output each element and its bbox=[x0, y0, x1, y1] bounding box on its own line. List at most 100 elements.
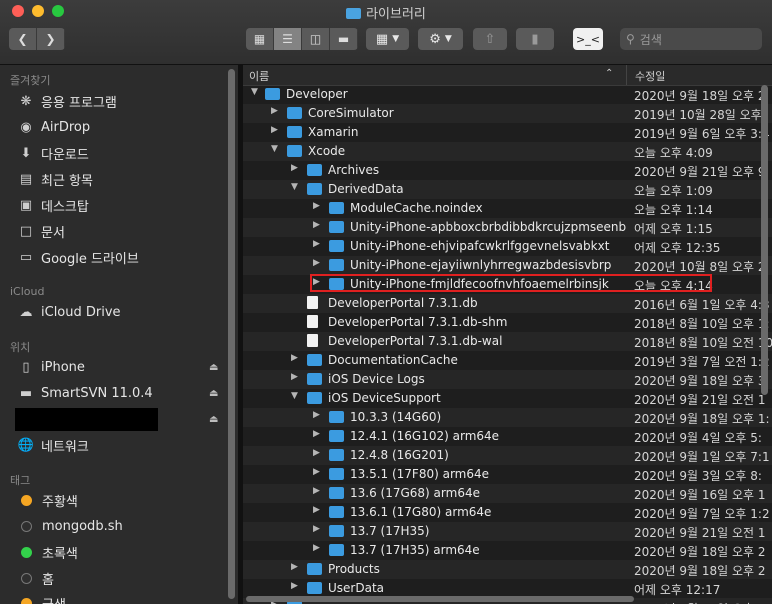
sidebar-item-google-drive[interactable]: ▭ Google 드라이브 bbox=[18, 246, 139, 268]
disclosure-closed-icon[interactable]: ▶ bbox=[291, 163, 301, 173]
disclosure-closed-icon[interactable]: ▶ bbox=[291, 581, 301, 591]
file-row[interactable]: ▶ CoreSimulator 2019년 10월 28일 오후 bbox=[243, 104, 772, 123]
list-vertical-scrollbar[interactable] bbox=[758, 85, 770, 604]
disclosure-closed-icon[interactable]: ▶ bbox=[313, 486, 323, 496]
disclosure-closed-icon[interactable]: ▶ bbox=[313, 429, 323, 439]
file-row[interactable]: ▶ ModuleCache.noindex 오늘 오후 1:14 bbox=[243, 199, 772, 218]
file-row[interactable]: ▶ Archives 2020년 9월 21일 오후 9 bbox=[243, 161, 772, 180]
eject-icon[interactable]: ⏏ bbox=[209, 388, 218, 399]
disclosure-open-icon[interactable]: ▼ bbox=[271, 144, 281, 154]
file-row[interactable]: DeveloperPortal 7.3.1.db-wal 2018년 8월 10일… bbox=[243, 332, 772, 351]
list-view-button[interactable]: ☰ bbox=[274, 28, 302, 50]
file-row[interactable]: DeveloperPortal 7.3.1.db-shm 2018년 8월 10일… bbox=[243, 313, 772, 332]
icon-view-button[interactable]: ▦ bbox=[246, 28, 274, 50]
scrollbar-thumb[interactable] bbox=[761, 85, 768, 395]
disclosure-closed-icon[interactable]: ▶ bbox=[291, 562, 301, 572]
disclosure-closed-icon[interactable]: ▶ bbox=[313, 239, 323, 249]
file-row[interactable]: ▶ Unity-iPhone-ejayiiwnlyhrregwazbdesisvb… bbox=[243, 256, 772, 275]
scrollbar-thumb[interactable] bbox=[228, 69, 235, 599]
file-row[interactable]: ▶ 10.3.3 (14G60) 2020년 9월 18일 오후 1: bbox=[243, 408, 772, 427]
sidebar-item-iphone[interactable]: ▯ iPhone bbox=[18, 356, 84, 378]
gallery-view-button[interactable]: ▬ bbox=[330, 28, 358, 50]
file-row[interactable]: ▶ 13.7 (17H35) 2020년 9월 21일 오전 1 bbox=[243, 522, 772, 541]
disclosure-open-icon[interactable]: ▼ bbox=[291, 391, 301, 401]
disclosure-closed-icon[interactable]: ▶ bbox=[313, 220, 323, 230]
disclosure-closed-icon[interactable]: ▶ bbox=[313, 277, 323, 287]
disclosure-open-icon[interactable]: ▼ bbox=[251, 87, 261, 97]
disclosure-closed-icon[interactable]: ▶ bbox=[313, 410, 323, 420]
file-row[interactable]: ▶ Xamarin 2019년 9월 6일 오후 3:4 bbox=[243, 123, 772, 142]
tag-button[interactable]: ▮ bbox=[516, 28, 554, 50]
navigation-buttons: ❮ ❯ bbox=[9, 28, 65, 50]
column-header-date[interactable]: 수정일 bbox=[635, 68, 665, 84]
sidebar-tag-green[interactable]: 초록색 bbox=[18, 541, 78, 563]
sidebar-item-applications[interactable]: ❋ 응용 프로그램 bbox=[18, 90, 117, 112]
file-row[interactable]: ▼ iOS DeviceSupport 2020년 9월 21일 오전 1 bbox=[243, 389, 772, 408]
sidebar-item-desktop[interactable]: ▣ 데스크탑 bbox=[18, 194, 89, 216]
disclosure-closed-icon[interactable]: ▶ bbox=[313, 258, 323, 268]
sidebar-item-smartsvn[interactable]: ▬ SmartSVN 11.0.4 bbox=[18, 382, 153, 404]
folder-icon: ▭ bbox=[19, 249, 33, 265]
column-separator[interactable] bbox=[626, 65, 627, 85]
file-name: 13.6.1 (17G80) arm64e bbox=[350, 505, 492, 519]
sidebar-item-network[interactable]: 🌐 네트워크 bbox=[18, 434, 89, 456]
file-name: DeveloperPortal 7.3.1.db bbox=[328, 296, 478, 310]
sidebar-item-downloads[interactable]: ⬇ 다운로드 bbox=[18, 142, 89, 164]
file-row[interactable]: ▶ iOS Device Logs 2020년 9월 18일 오후 3 bbox=[243, 370, 772, 389]
file-row[interactable]: DeveloperPortal 7.3.1.db 2016년 6월 1일 오후 4… bbox=[243, 294, 772, 313]
disclosure-closed-icon[interactable]: ▶ bbox=[271, 106, 281, 116]
back-button[interactable]: ❮ bbox=[9, 28, 37, 50]
disclosure-closed-icon[interactable]: ▶ bbox=[291, 353, 301, 363]
action-button[interactable]: ⚙ ▼ bbox=[418, 28, 463, 50]
file-row[interactable]: ▶ 13.6 (17G68) arm64e 2020년 9월 16일 오후 1 bbox=[243, 484, 772, 503]
disclosure-closed-icon[interactable]: ▶ bbox=[313, 201, 323, 211]
disclosure-closed-icon[interactable]: ▶ bbox=[313, 505, 323, 515]
sidebar-tag-orange[interactable]: 주황색 bbox=[18, 489, 78, 511]
sidebar-item-airdrop[interactable]: ◉ AirDrop bbox=[18, 116, 90, 138]
sidebar-item-icloud-drive[interactable]: ☁ iCloud Drive bbox=[18, 301, 121, 323]
sidebar-tag-gold[interactable]: 금색 bbox=[18, 592, 66, 604]
disclosure-closed-icon[interactable]: ▶ bbox=[313, 543, 323, 553]
sidebar-tag-home[interactable]: 홈 bbox=[18, 567, 54, 589]
sort-ascending-icon[interactable]: ⌃ bbox=[605, 68, 613, 79]
disclosure-closed-icon[interactable]: ▶ bbox=[291, 372, 301, 382]
file-row[interactable]: ▶ Products 2020년 9월 18일 오후 2 bbox=[243, 560, 772, 579]
file-row[interactable]: ▶ 13.7 (17H35) arm64e 2020년 9월 18일 오후 2 bbox=[243, 541, 772, 560]
disclosure-closed-icon[interactable]: ▶ bbox=[313, 467, 323, 477]
terminal-button[interactable]: >_< bbox=[573, 28, 603, 50]
file-row[interactable]: ▼ Xcode 오늘 오후 4:09 bbox=[243, 142, 772, 161]
column-header-name[interactable]: 이름 bbox=[249, 68, 269, 84]
file-row[interactable]: ▶ Unity-iPhone-fmjldfecoofnvhfoaemelrbins… bbox=[243, 275, 772, 294]
eject-icon[interactable]: ⏏ bbox=[209, 362, 218, 373]
scrollbar-thumb[interactable] bbox=[246, 596, 634, 602]
sidebar-tag-mongodb[interactable]: mongodb.sh bbox=[18, 515, 123, 537]
disclosure-closed-icon[interactable]: ▶ bbox=[271, 125, 281, 135]
file-row[interactable]: ▼ Developer 2020년 9월 18일 오후 2 bbox=[243, 85, 772, 104]
disclosure-closed-icon[interactable]: ▶ bbox=[313, 448, 323, 458]
sidebar-item-documents[interactable]: □ 문서 bbox=[18, 220, 65, 242]
terminal-icon: >_< bbox=[576, 32, 600, 46]
disclosure-open-icon[interactable]: ▼ bbox=[291, 182, 301, 192]
file-row[interactable]: ▶ DocumentationCache 2019년 3월 7일 오전 1:2 bbox=[243, 351, 772, 370]
file-row[interactable]: ▼ DerivedData 오늘 오후 1:09 bbox=[243, 180, 772, 199]
disclosure-closed-icon[interactable]: ▶ bbox=[313, 524, 323, 534]
search-input[interactable]: 검색 bbox=[640, 31, 662, 48]
search-field[interactable]: ⚲ 검색 bbox=[620, 28, 762, 50]
share-button[interactable]: ⇧ bbox=[473, 28, 507, 50]
file-row[interactable]: ▶ 13.6.1 (17G80) arm64e 2020년 9월 7일 오후 1:2 bbox=[243, 503, 772, 522]
file-row[interactable]: ▶ 13.5.1 (17F80) arm64e 2020년 9월 3일 오후 8: bbox=[243, 465, 772, 484]
file-row[interactable]: ▶ Unity-iPhone-ehjvipafcwkrlfggevnelsvabk… bbox=[243, 237, 772, 256]
sidebar-scrollbar[interactable] bbox=[228, 69, 236, 604]
eject-icon[interactable]: ⏏ bbox=[209, 414, 218, 425]
document-icon bbox=[307, 315, 318, 328]
file-row[interactable]: ▶ Unity-iPhone-apbboxcbrbdibbdkrcujzpmsee… bbox=[243, 218, 772, 237]
list-view-icon: ☰ bbox=[282, 32, 293, 46]
forward-button[interactable]: ❯ bbox=[37, 28, 65, 50]
redacted-volume[interactable] bbox=[15, 408, 158, 431]
sidebar-item-recents[interactable]: ▤ 최근 항목 bbox=[18, 168, 93, 190]
file-row[interactable]: ▶ 12.4.8 (16G201) 2020년 9월 1일 오후 7:1 bbox=[243, 446, 772, 465]
file-row[interactable]: ▶ 12.4.1 (16G102) arm64e 2020년 9월 4일 오후 5: bbox=[243, 427, 772, 446]
group-button[interactable]: ▦ ▼ bbox=[366, 28, 409, 50]
list-horizontal-scrollbar[interactable] bbox=[243, 593, 758, 604]
column-view-button[interactable]: ◫ bbox=[302, 28, 330, 50]
